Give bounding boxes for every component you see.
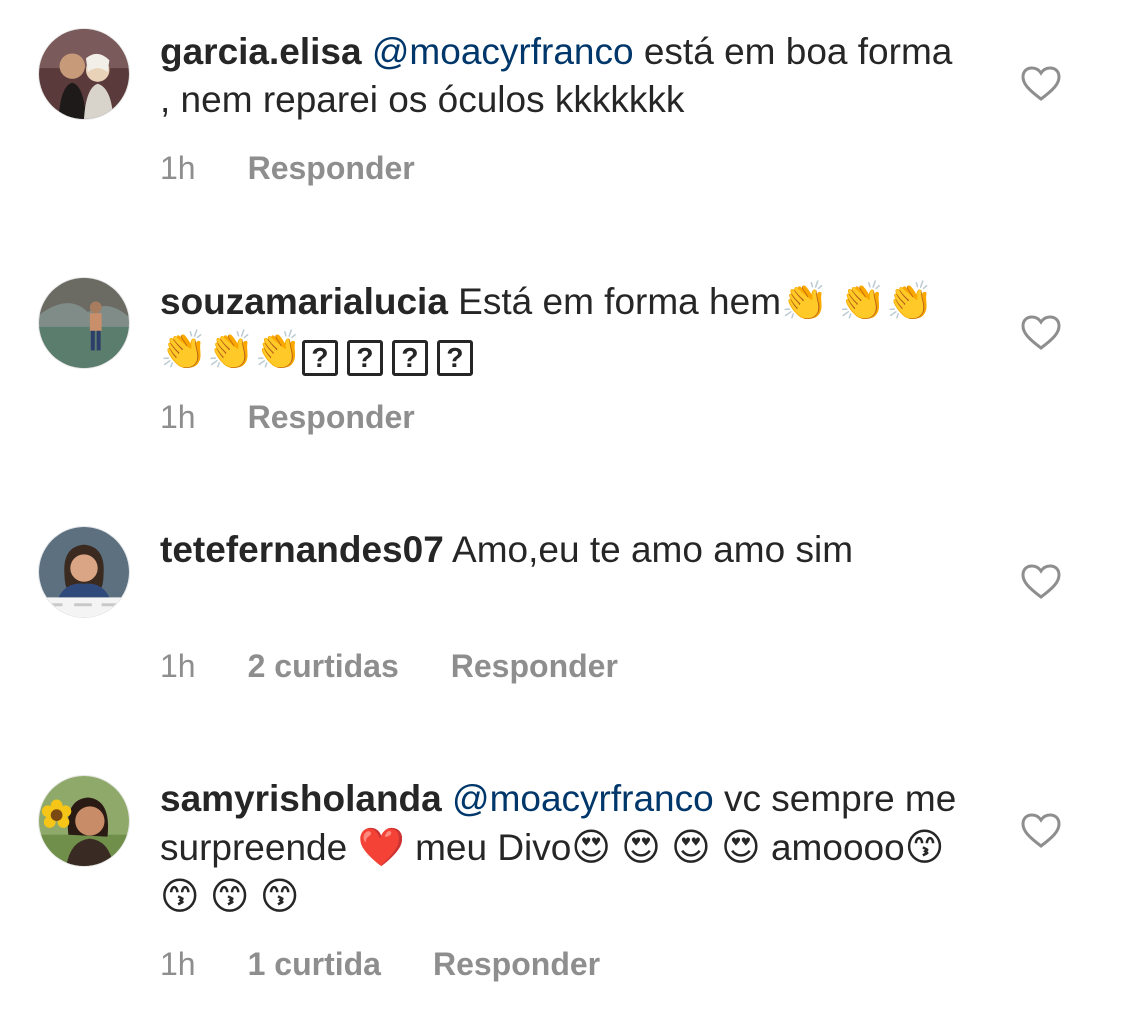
clap-emoji: 👏 — [885, 279, 934, 323]
comment-meta: 1h 2 curtidas Responder — [160, 646, 618, 686]
comment-time: 1h — [160, 648, 196, 684]
comment-time: 1h — [160, 150, 196, 186]
avatar[interactable] — [38, 526, 130, 618]
comment-body: Amo,eu te amo amo sim — [443, 529, 854, 570]
heart-outline-icon — [1021, 813, 1061, 848]
comment-meta: 1h Responder — [160, 397, 415, 437]
comment-meta: 1h 1 curtida Responder — [160, 944, 600, 984]
comment-time: 1h — [160, 946, 196, 982]
avatar-photo-icon — [39, 278, 129, 368]
avatar[interactable] — [38, 277, 130, 369]
comment-body: amoooo — [760, 827, 905, 868]
heart-outline-icon — [1021, 315, 1061, 350]
like-button[interactable] — [1021, 813, 1061, 849]
heart-eyes-emoji: 😍 — [621, 825, 661, 869]
comment-body: Está em forma hem — [447, 281, 782, 322]
heart-outline-icon — [1021, 564, 1061, 599]
comment-username[interactable]: samyrisholanda — [160, 778, 442, 819]
kissing-emoji: 😙 — [209, 874, 250, 918]
clap-emoji: 👏 — [838, 279, 886, 323]
comment-mention[interactable]: @moacyrfranco — [372, 31, 634, 72]
like-button[interactable] — [1021, 564, 1061, 600]
missing-glyph-box: ? — [346, 340, 383, 376]
avatar[interactable] — [38, 28, 130, 120]
avatar[interactable] — [38, 775, 130, 867]
comment-text: garcia.elisa @moacyrfranco está em boa f… — [160, 28, 960, 124]
kissing-emoji: 😙 — [160, 874, 200, 918]
like-button[interactable] — [1021, 315, 1061, 351]
heart-eyes-emoji: 😍 — [571, 825, 611, 869]
missing-glyph-box: ? — [301, 340, 338, 376]
avatar-photo-icon — [39, 527, 129, 617]
heart-outline-icon — [1021, 66, 1061, 101]
likes-count-link[interactable]: 1 curtida — [248, 944, 381, 984]
clap-emoji: 👏 — [254, 328, 302, 372]
missing-glyph-box: ? — [436, 340, 473, 376]
comment-username[interactable]: souzamarialucia — [160, 281, 448, 322]
heart-eyes-emoji: 😍 — [671, 825, 711, 869]
likes-count-link[interactable]: 2 curtidas — [248, 646, 399, 686]
avatar-photo-icon — [39, 776, 129, 866]
kissing-emoji: 😙 — [904, 825, 945, 869]
reply-button[interactable]: Responder — [248, 397, 415, 437]
like-button[interactable] — [1021, 66, 1061, 102]
comment-text: samyrisholanda @moacyrfranco vc sempre m… — [160, 775, 960, 921]
kissing-emoji: 😙 — [259, 874, 300, 918]
comment-mention[interactable]: @moacyrfranco — [452, 778, 714, 819]
heart-eyes-emoji: 😍 — [721, 825, 761, 869]
reply-button[interactable]: Responder — [248, 148, 415, 188]
reply-button[interactable]: Responder — [433, 944, 600, 984]
red-heart-emoji: ❤️ — [357, 825, 405, 869]
avatar-photo-icon — [39, 29, 129, 119]
comment-username[interactable]: garcia.elisa — [160, 31, 362, 72]
clap-emoji: 👏 — [160, 328, 208, 372]
clap-emoji: 👏 — [207, 328, 255, 372]
comment-text: souzamarialucia Está em forma hem👏 👏👏👏👏👏… — [160, 277, 960, 376]
comment-meta: 1h Responder — [160, 148, 415, 188]
comment-text: tetefernandes07 Amo,eu te amo amo sim — [160, 526, 960, 574]
comment-username[interactable]: tetefernandes07 — [160, 529, 444, 570]
reply-button[interactable]: Responder — [451, 646, 618, 686]
clap-emoji: 👏 — [781, 279, 829, 323]
missing-glyph-box: ? — [391, 340, 428, 376]
comment-body: meu Divo — [404, 827, 572, 868]
comment-time: 1h — [160, 399, 196, 435]
